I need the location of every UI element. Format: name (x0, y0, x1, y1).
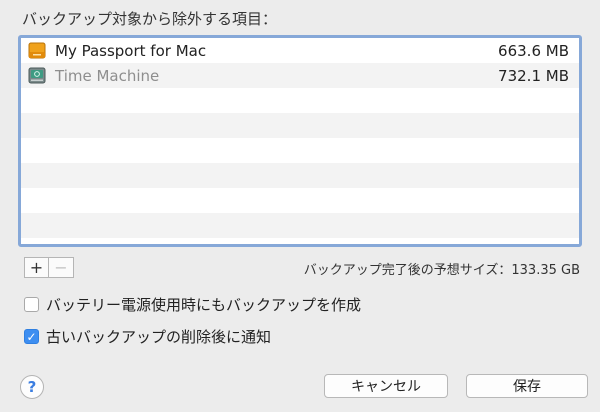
estimated-size-label: バックアップ完了後の予想サイズ：133.35 GB (303, 263, 580, 278)
empty-row (21, 113, 579, 138)
empty-row (21, 213, 579, 238)
item-size: 663.6 MB (498, 41, 569, 60)
battery-backup-checkbox[interactable] (24, 297, 39, 312)
external-drive-icon (28, 42, 46, 58)
list-item[interactable]: Time Machine 732.1 MB (21, 63, 579, 88)
list-item[interactable]: My Passport for Mac 663.6 MB (21, 38, 579, 63)
empty-row (21, 163, 579, 188)
add-remove-controls: + − (24, 257, 74, 278)
empty-row (21, 188, 579, 213)
notify-after-delete-checkbox[interactable]: ✓ (24, 329, 39, 344)
cancel-button[interactable]: キャンセル (324, 374, 448, 398)
exclusions-list[interactable]: My Passport for Mac 663.6 MB Time Machin… (18, 35, 582, 247)
item-name: Time Machine (55, 66, 160, 85)
exclusions-heading: バックアップ対象から除外する項目： (22, 10, 278, 28)
item-size: 732.1 MB (498, 66, 569, 85)
remove-exclusion-button[interactable]: − (49, 257, 74, 278)
save-button[interactable]: 保存 (466, 374, 588, 398)
empty-row (21, 238, 579, 244)
time-machine-disk-icon (28, 67, 46, 83)
notify-after-delete-label: 古いバックアップの削除後に通知 (46, 328, 272, 346)
battery-backup-label: バッテリー電源使用時にもバックアップを作成 (46, 296, 362, 314)
empty-row (21, 138, 579, 163)
help-button[interactable]: ? (20, 375, 44, 399)
add-exclusion-button[interactable]: + (24, 257, 49, 278)
notify-after-delete-option[interactable]: ✓ 古いバックアップの削除後に通知 (24, 326, 271, 347)
item-name: My Passport for Mac (55, 41, 207, 60)
battery-backup-option[interactable]: バッテリー電源使用時にもバックアップを作成 (24, 294, 361, 315)
empty-row (21, 88, 579, 113)
